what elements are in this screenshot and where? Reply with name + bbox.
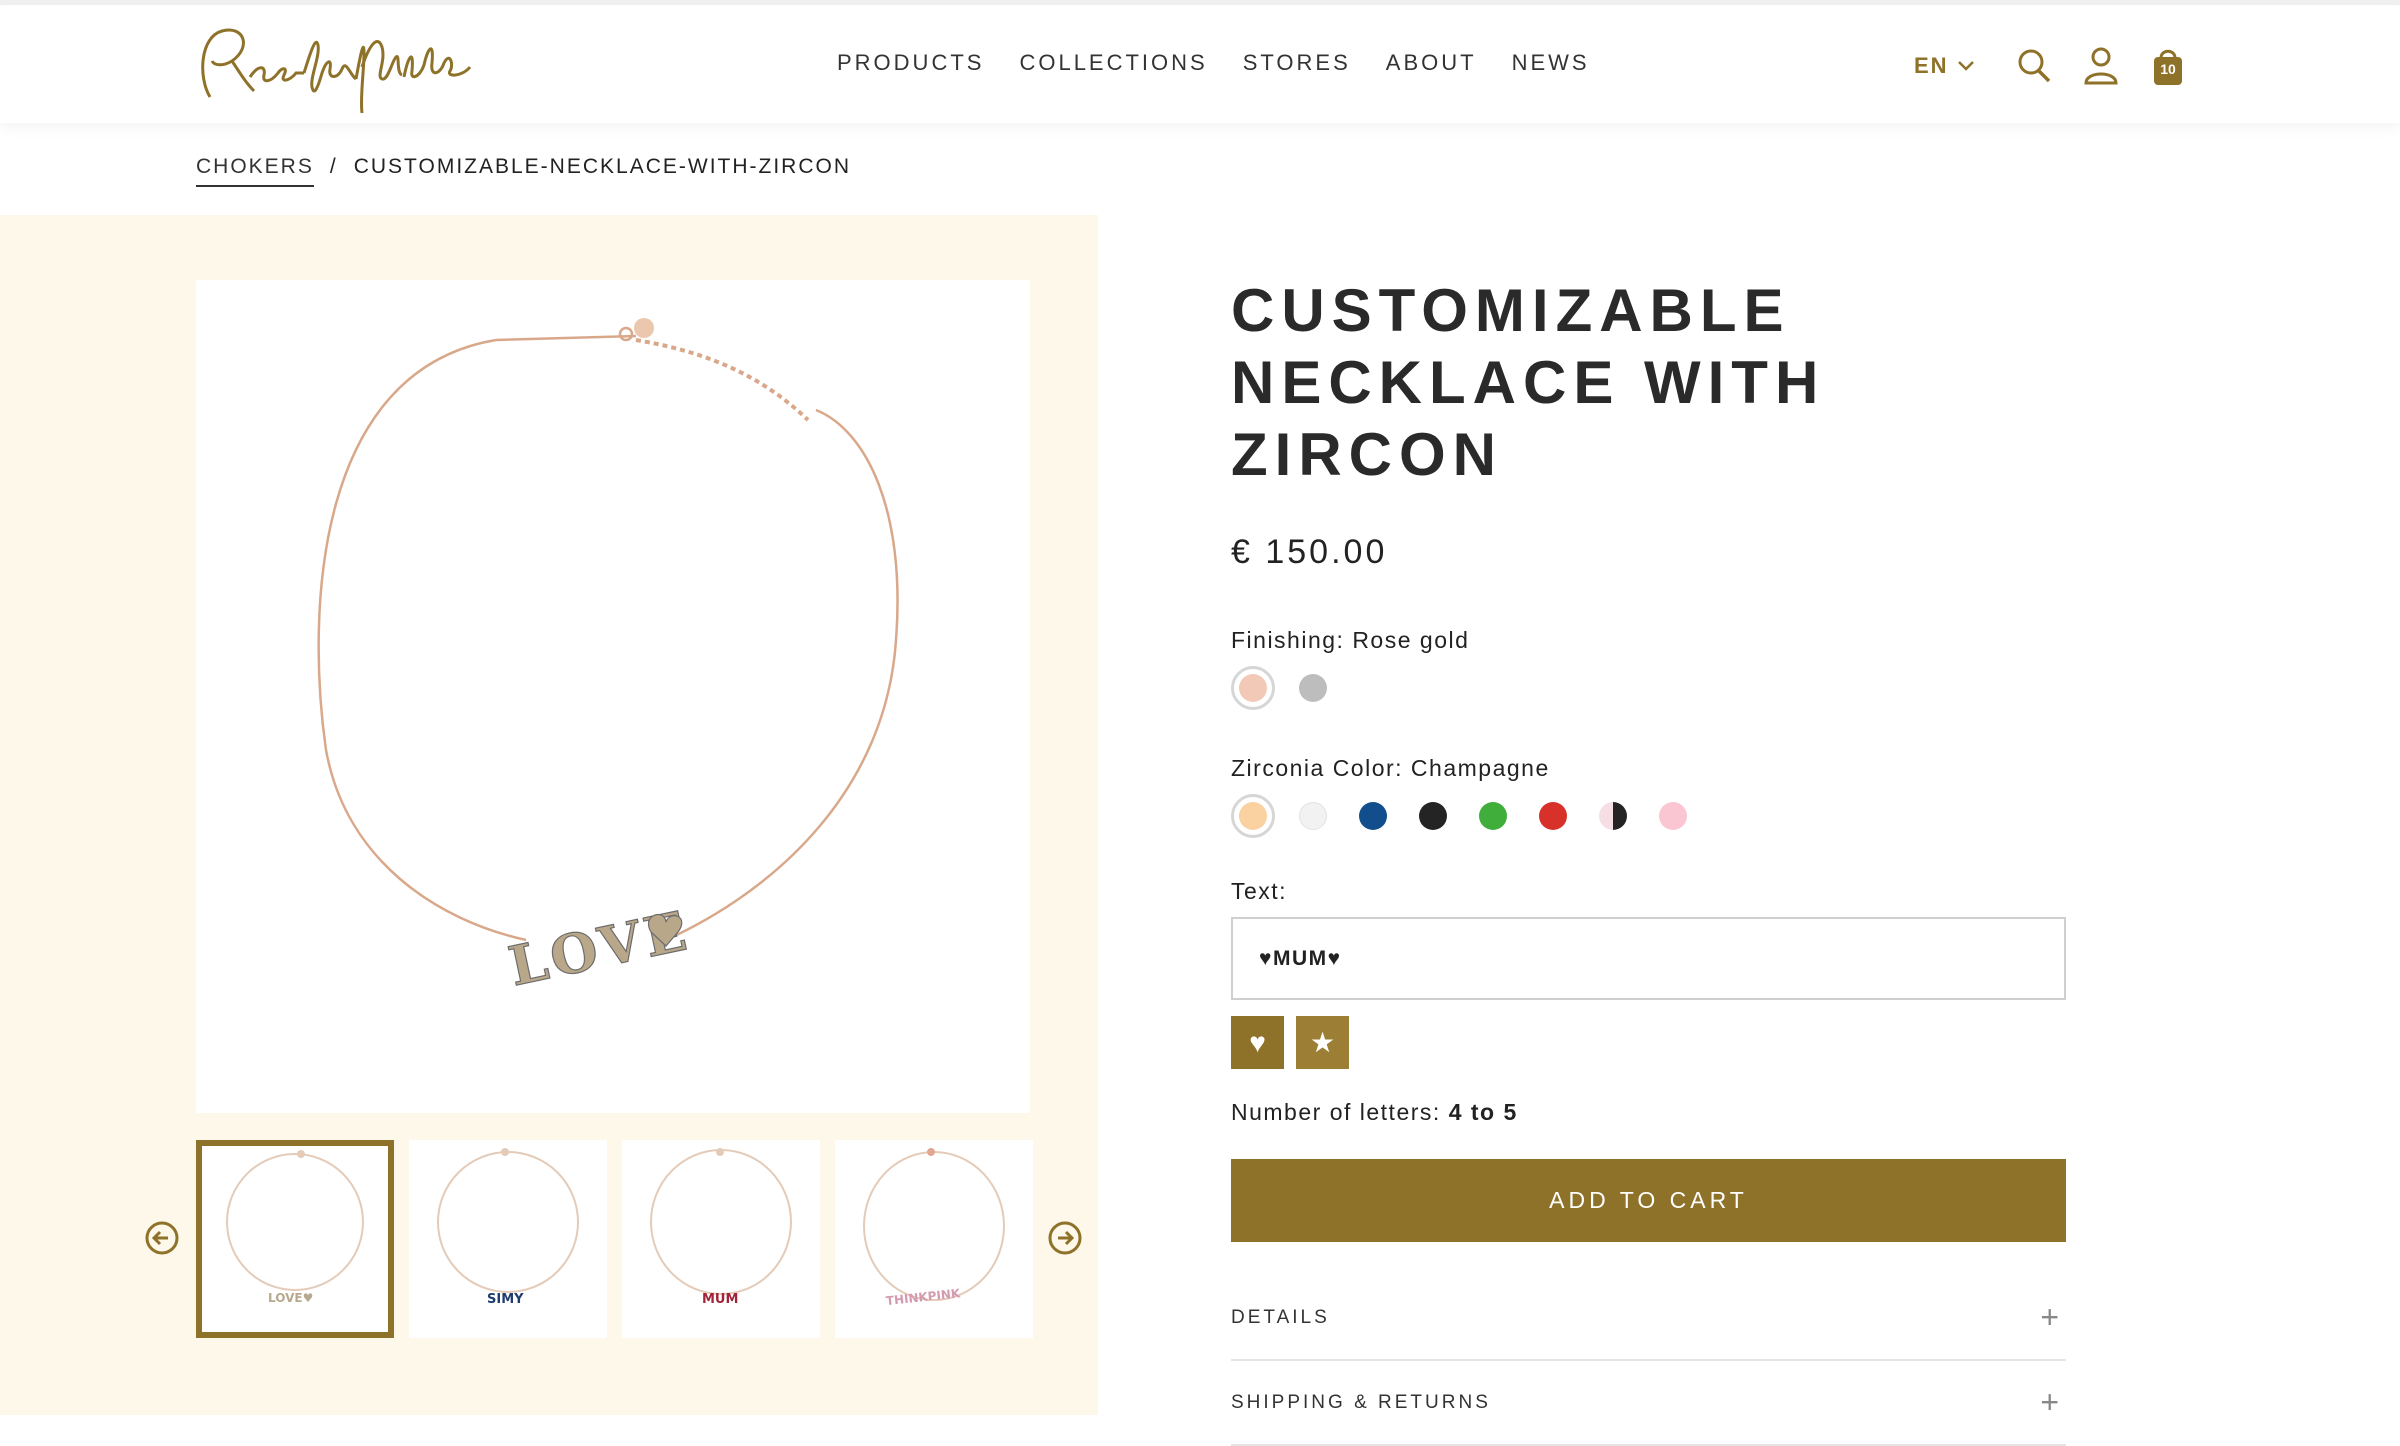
finishing-label: Finishing: Rose gold [1231,627,1470,653]
cart-count-badge: 10 [2160,61,2176,77]
site-header: PRODUCTS COLLECTIONS STORES ABOUT NEWS E… [0,5,2400,123]
breadcrumb-separator: / [329,155,338,178]
product-gallery: LOVE LOVE♥ SIMY MUM THINKPINK [0,215,1098,1415]
nav-news[interactable]: NEWS [1512,50,1590,76]
zirconia-swatch-red[interactable] [1531,794,1575,838]
zirconia-swatches [1231,794,2066,838]
insert-star-button[interactable]: ★ [1296,1016,1349,1069]
search-icon[interactable] [2014,45,2054,87]
text-label: Text: [1231,878,1288,904]
plus-icon: + [2040,1299,2062,1335]
zirconia-swatch-blue[interactable] [1351,794,1395,838]
thumbnail-thinkpink[interactable]: THINKPINK [835,1140,1033,1338]
thumbnail-simy[interactable]: SIMY [409,1140,607,1338]
accordion-shipping-label: SHIPPING & RETURNS [1231,1391,1491,1413]
zirconia-swatch-champagne[interactable] [1231,794,1275,838]
finishing-swatch-silver[interactable] [1291,666,1335,710]
accordion-details[interactable]: DETAILS + [1231,1276,2066,1361]
product-title-line1: CUSTOMIZABLE [1231,277,1791,344]
zirconia-swatch-white[interactable] [1291,794,1335,838]
main-image-love-text: LOVE [503,898,695,999]
zirconia-swatch-black-white[interactable] [1591,794,1635,838]
breadcrumb-current: CUSTOMIZABLE-NECKLACE-WITH-ZIRCON [353,155,852,178]
add-to-cart-button[interactable]: ADD TO CART [1231,1159,2066,1242]
nav-stores[interactable]: STORES [1243,50,1351,76]
arrow-right-icon [1048,1221,1082,1255]
main-product-image[interactable]: LOVE [196,280,1030,1113]
language-selector[interactable]: EN [1914,53,1975,79]
arrow-left-icon [145,1221,179,1255]
letters-info: Number of letters: 4 to 5 [1231,1099,2066,1126]
zirconia-label: Zirconia Color: Champagne [1231,755,1550,781]
breadcrumb-chokers[interactable]: CHOKERS [196,155,314,187]
language-label: EN [1914,53,1949,78]
insert-heart-button[interactable]: ♥ [1231,1016,1284,1069]
plus-icon: + [2040,1384,2062,1420]
gallery-prev-button[interactable] [144,1220,180,1256]
thumbnail-love[interactable]: LOVE♥ [196,1140,394,1338]
nav-collections[interactable]: COLLECTIONS [1019,50,1207,76]
zirconia-swatch-black[interactable] [1411,794,1455,838]
gallery-next-button[interactable] [1047,1220,1083,1256]
thumbnail-mum-text: MUM [702,1292,738,1307]
chevron-down-icon [1957,61,1974,71]
zirconia-swatch-pink[interactable] [1651,794,1695,838]
thumbnail-simy-text: SIMY [487,1292,524,1307]
thumbnail-strip: LOVE♥ SIMY MUM THINKPINK [196,1140,1033,1338]
accordion-details-label: DETAILS [1231,1306,1330,1328]
accordion-shipping-returns[interactable]: SHIPPING & RETURNS + [1231,1361,2066,1446]
nav-about[interactable]: ABOUT [1386,50,1477,76]
product-title-line2: NECKLACE WITH ZIRCON [1231,349,1826,488]
engraving-text-input[interactable] [1231,917,2066,1000]
thumbnail-mum[interactable]: MUM [622,1140,820,1338]
letters-range: 4 to 5 [1448,1099,1518,1125]
breadcrumb: CHOKERS / CUSTOMIZABLE-NECKLACE-WITH-ZIR… [196,155,851,187]
thumbnail-love-text: LOVE♥ [268,1291,313,1305]
nav-products[interactable]: PRODUCTS [837,50,984,76]
product-title: CUSTOMIZABLE NECKLACE WITH ZIRCON [1231,275,2066,491]
letters-label: Number of letters: [1231,1099,1449,1125]
main-nav: PRODUCTS COLLECTIONS STORES ABOUT NEWS [837,50,1590,76]
finishing-swatches [1231,666,2066,710]
product-price: € 150.00 [1231,533,1388,571]
account-icon[interactable] [2081,45,2121,87]
finishing-swatch-rose-gold[interactable] [1231,666,1275,710]
symbol-buttons: ♥ ★ [1231,1016,2066,1069]
brand-logo[interactable] [192,17,474,117]
zirconia-swatch-green[interactable] [1471,794,1515,838]
product-info: CUSTOMIZABLE NECKLACE WITH ZIRCON € 150.… [1231,275,2066,1446]
cart-button[interactable]: 10 [2150,45,2186,87]
